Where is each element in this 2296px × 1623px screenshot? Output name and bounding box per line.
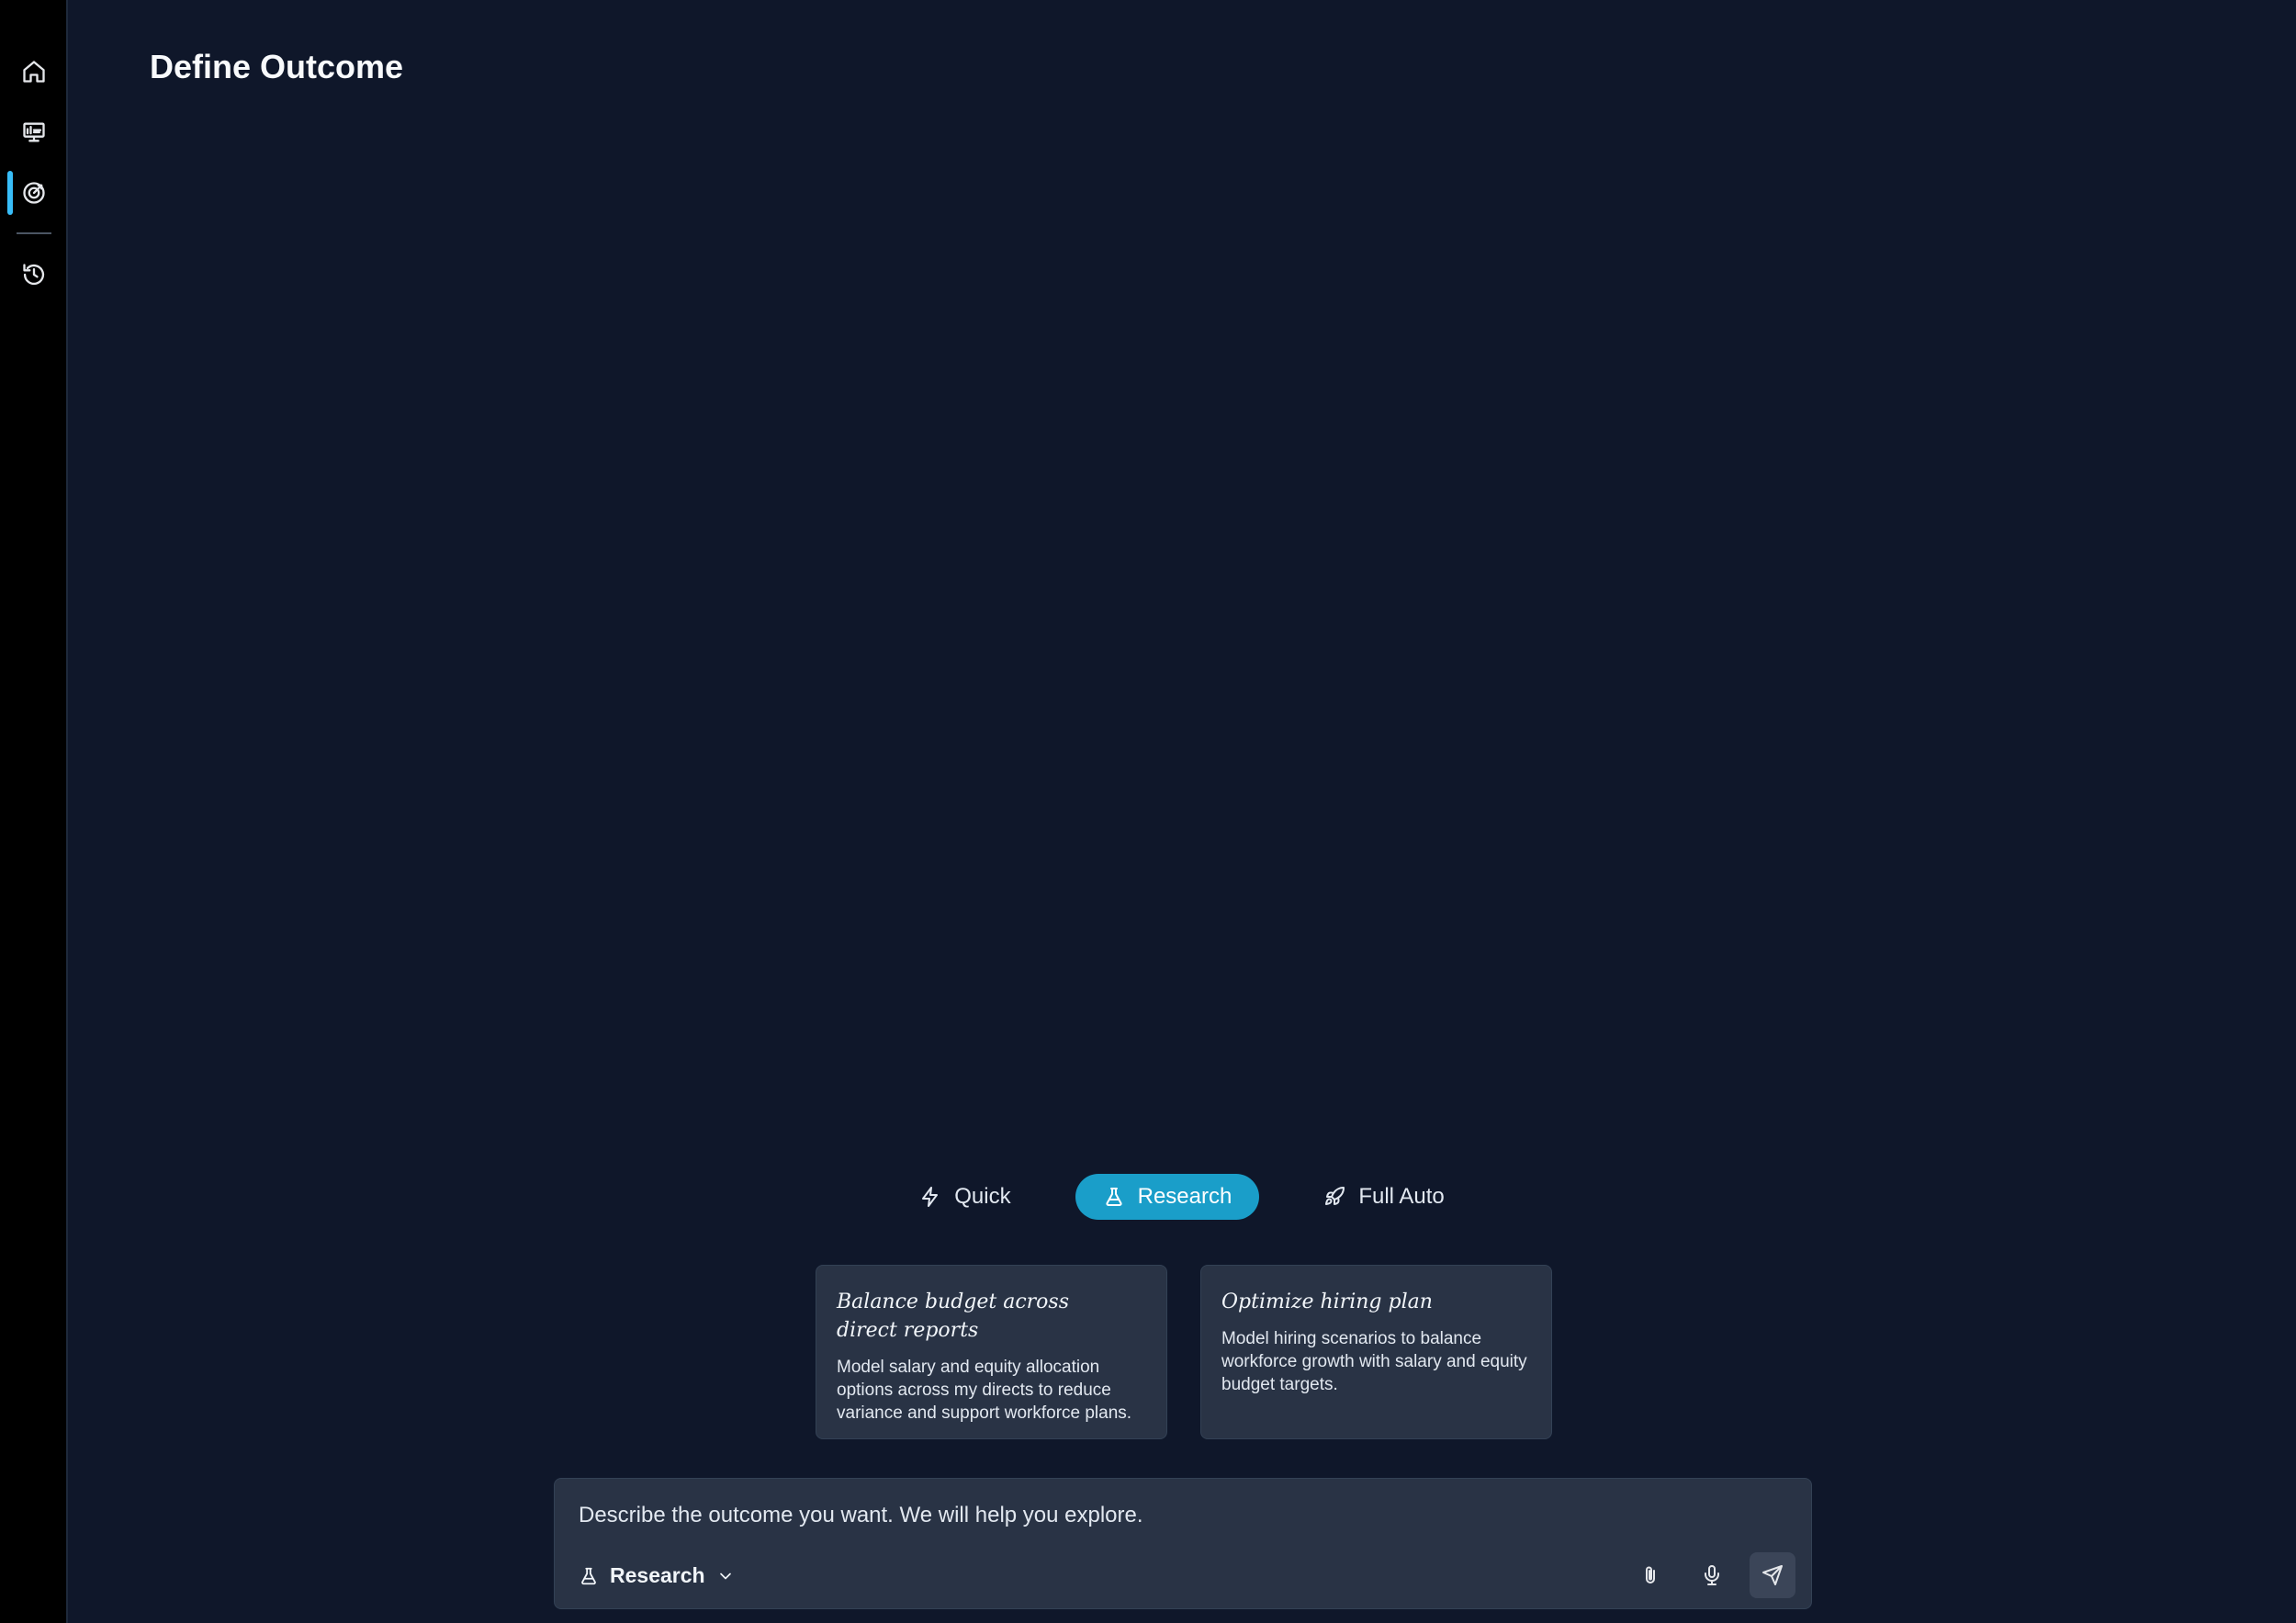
- mode-research[interactable]: Research: [1075, 1174, 1260, 1220]
- suggestion-description: Model salary and equity allocation optio…: [837, 1358, 1132, 1423]
- chevron-down-icon: [719, 1572, 731, 1579]
- mode-selector: Quick Research Full Auto: [0, 1174, 2296, 1220]
- mode-quick[interactable]: Quick: [892, 1174, 1038, 1220]
- microphone-button[interactable]: [1689, 1552, 1735, 1598]
- mode-label: Full Auto: [1358, 1184, 1445, 1209]
- mode-label: Research: [1137, 1184, 1232, 1209]
- mode-full-auto[interactable]: Full Auto: [1296, 1174, 1471, 1220]
- paperclip-icon: [1646, 1566, 1655, 1584]
- attach-button[interactable]: [1627, 1552, 1673, 1598]
- sidebar: [0, 0, 68, 1623]
- target-icon: [23, 182, 45, 204]
- page-title: Define Outcome: [150, 48, 404, 85]
- send-button[interactable]: [1750, 1552, 1795, 1598]
- sidebar-item-outcome[interactable]: [0, 169, 68, 217]
- outcome-input[interactable]: [579, 1503, 1681, 1528]
- mode-dropdown[interactable]: Research: [579, 1563, 735, 1588]
- suggestion-card[interactable]: Optimize hiring plan Model hiring scenar…: [1200, 1265, 1552, 1439]
- flask-icon: [1106, 1188, 1122, 1206]
- mode-dropdown-label: Research: [610, 1563, 705, 1587]
- sidebar-divider: [17, 232, 51, 234]
- composer: Research: [554, 1478, 1812, 1609]
- sidebar-item-home[interactable]: [0, 48, 68, 96]
- microphone-icon: [1705, 1565, 1719, 1585]
- suggestion-description: Model hiring scenarios to balance workfo…: [1221, 1329, 1527, 1394]
- suggestion-card[interactable]: Balance budget across direct reports Mod…: [816, 1265, 1167, 1439]
- send-icon: [1762, 1565, 1783, 1585]
- rocket-icon: [1325, 1186, 1345, 1205]
- sidebar-item-history[interactable]: [0, 251, 68, 299]
- suggestion-title: Optimize hiring plan: [1221, 1288, 1531, 1316]
- suggestion-title-line: Optimize hiring plan: [1221, 1291, 1433, 1313]
- history-icon: [23, 264, 45, 286]
- lightning-icon: [922, 1187, 939, 1207]
- flask-icon: [581, 1567, 596, 1584]
- mode-label: Quick: [954, 1184, 1011, 1209]
- dashboard-icon: [23, 122, 45, 142]
- home-icon: [23, 61, 45, 83]
- sidebar-item-dashboard[interactable]: [0, 108, 68, 156]
- suggestion-title-line: direct reports: [837, 1319, 979, 1342]
- suggestion-title-line: Balance budget across: [837, 1291, 1069, 1313]
- suggestion-title: Balance budget across direct reports: [837, 1288, 1146, 1345]
